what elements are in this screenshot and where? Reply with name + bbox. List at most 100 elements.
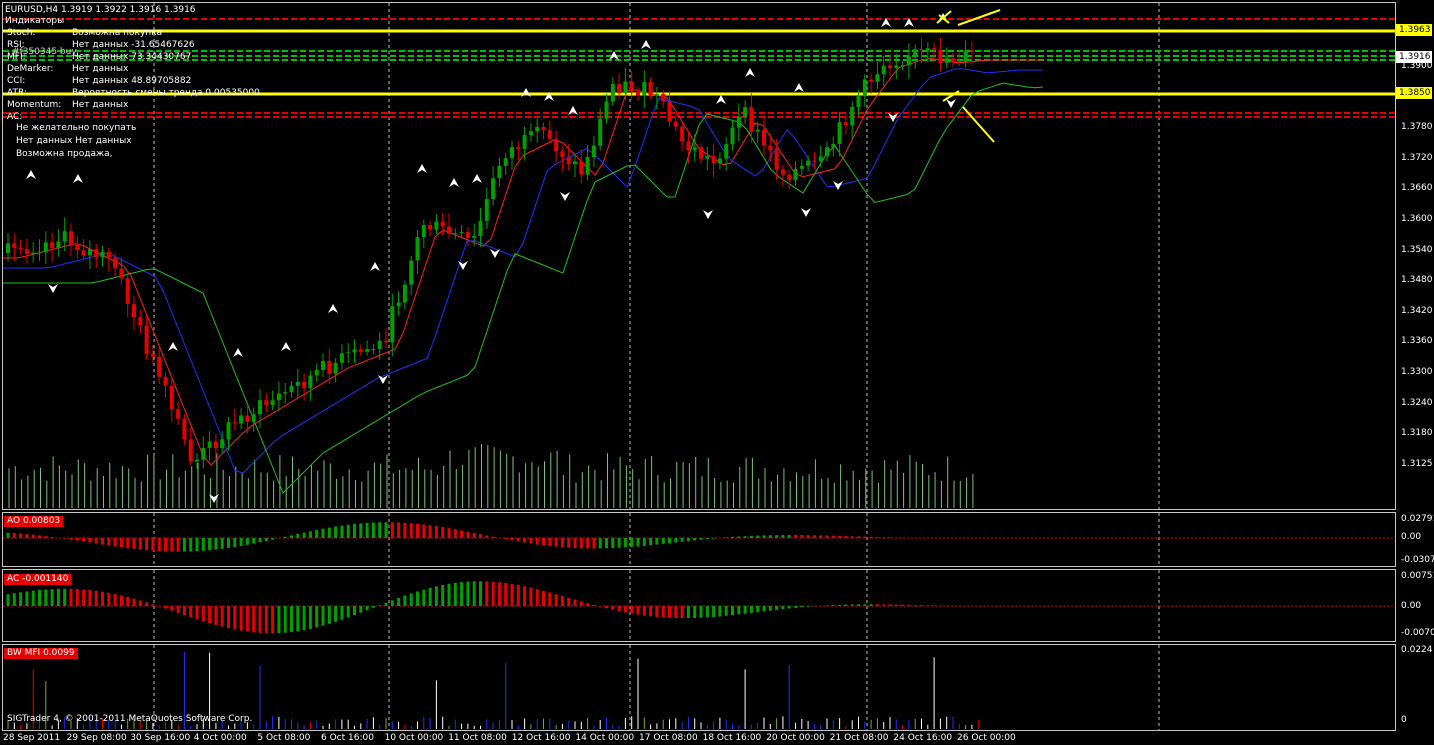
ma-fast-line	[3, 57, 1043, 466]
indicator-value: Вероятность смены тренда 0.00535000	[72, 88, 260, 98]
candle-body	[503, 158, 508, 166]
date-tick: 12 Oct 16:00	[511, 733, 571, 743]
candle-body	[339, 353, 344, 363]
candle-body	[163, 376, 168, 386]
indicator-name: Stoch:	[7, 28, 36, 38]
candle-body	[919, 49, 924, 51]
candle-body	[843, 122, 848, 126]
candle-body	[119, 268, 124, 279]
fractal-down-icon	[48, 284, 58, 293]
candle-body	[43, 242, 48, 253]
candle-body	[232, 422, 237, 424]
candle-body	[768, 145, 773, 151]
indicator-value: Нет данных -31.65467626	[72, 40, 195, 50]
date-tick: 24 Oct 16:00	[893, 733, 953, 743]
candle-body	[276, 393, 281, 401]
order-label: #f350345 buy	[12, 47, 77, 57]
fractal-up-icon	[73, 174, 83, 183]
candle-body	[730, 127, 735, 145]
candle-body	[944, 58, 949, 64]
candle-body	[24, 249, 29, 255]
candle-body	[906, 56, 911, 66]
candle-body	[837, 122, 842, 145]
candle-body	[812, 160, 817, 162]
candle-body	[239, 415, 244, 424]
price-tick: 1.3125	[1401, 458, 1433, 469]
candle-body	[963, 50, 968, 63]
candle-body	[560, 151, 565, 158]
candle-body	[302, 381, 307, 388]
fractal-down-icon	[560, 192, 570, 201]
annotation-stroke	[957, 9, 1001, 26]
candle-body	[201, 447, 206, 460]
candle-body	[585, 157, 590, 175]
candle-body	[969, 50, 974, 52]
candle-body	[465, 232, 470, 238]
candle-body	[207, 441, 212, 448]
candle-body	[409, 260, 414, 285]
candle-body	[516, 147, 521, 149]
indicator-row: CCI: Нет данных 48.89705882	[7, 76, 191, 86]
fractal-down-icon	[703, 210, 713, 219]
ao-label: AO 0.00803	[4, 516, 64, 527]
candle-body	[888, 65, 892, 68]
ac-indicator-panel[interactable]	[2, 569, 1396, 642]
candle-body	[573, 161, 577, 165]
candle-body	[780, 169, 785, 175]
price-tick: 1.3720	[1401, 152, 1433, 163]
candle-body	[314, 369, 319, 376]
candle-body	[264, 400, 269, 405]
current-price-box: 1.3916	[1396, 51, 1432, 63]
candle-body	[69, 231, 73, 245]
candle-body	[352, 349, 357, 353]
candle-body	[100, 251, 105, 258]
candle-body	[598, 118, 603, 146]
candle-body	[484, 199, 489, 221]
candle-body	[875, 74, 880, 82]
candle-body	[56, 241, 61, 249]
indicator-name: AC:	[7, 112, 23, 122]
candle-body	[932, 48, 937, 50]
candle-body	[150, 354, 155, 357]
fractal-up-icon	[794, 83, 804, 92]
fractal-down-icon	[801, 208, 811, 217]
candle-body	[938, 49, 943, 64]
indicator-value: Нет данных	[72, 100, 129, 110]
candle-body	[226, 422, 231, 440]
ac-label: AC -0.001140	[4, 574, 72, 585]
candle-body	[289, 385, 294, 393]
price-tick: 1.3360	[1401, 336, 1433, 347]
indicator-row: ATR: Вероятность смены тренда 0.00535000	[7, 88, 260, 98]
indicator-name: Momentum:	[7, 100, 62, 110]
price-tick: 1.3540	[1401, 244, 1433, 255]
date-tick: 30 Sep 16:00	[130, 733, 191, 743]
price-chart-canvas[interactable]	[3, 3, 1396, 510]
candle-body	[661, 93, 666, 102]
date-tick: 4 Oct 00:00	[193, 733, 247, 743]
candle-body	[711, 156, 716, 164]
advice-line: Возможна продажа,	[16, 149, 113, 159]
candle-body	[717, 158, 722, 164]
candle-body	[528, 131, 533, 136]
candle-body	[862, 79, 867, 97]
candle-body	[654, 93, 659, 96]
candle-body	[510, 147, 514, 159]
candle-body	[705, 156, 710, 159]
candle-body	[881, 65, 886, 75]
ac-chart-canvas	[3, 570, 1395, 641]
level-high-price-box: 1.3963	[1396, 24, 1432, 36]
candle-body	[106, 251, 111, 258]
price-chart-panel[interactable]	[2, 2, 1396, 510]
bw-tick: 0.0224	[1401, 645, 1433, 655]
candle-body	[894, 65, 899, 68]
ao-indicator-panel[interactable]	[2, 512, 1396, 567]
candle-body	[245, 415, 250, 422]
candle-body	[566, 157, 571, 165]
date-tick: 10 Oct 00:00	[384, 733, 444, 743]
candle-body	[327, 360, 332, 374]
candle-body	[220, 439, 225, 449]
date-tick: 29 Sep 08:00	[66, 733, 127, 743]
candle-body	[365, 349, 370, 352]
fractal-down-icon	[946, 99, 956, 108]
date-tick: 5 Oct 08:00	[257, 733, 311, 743]
